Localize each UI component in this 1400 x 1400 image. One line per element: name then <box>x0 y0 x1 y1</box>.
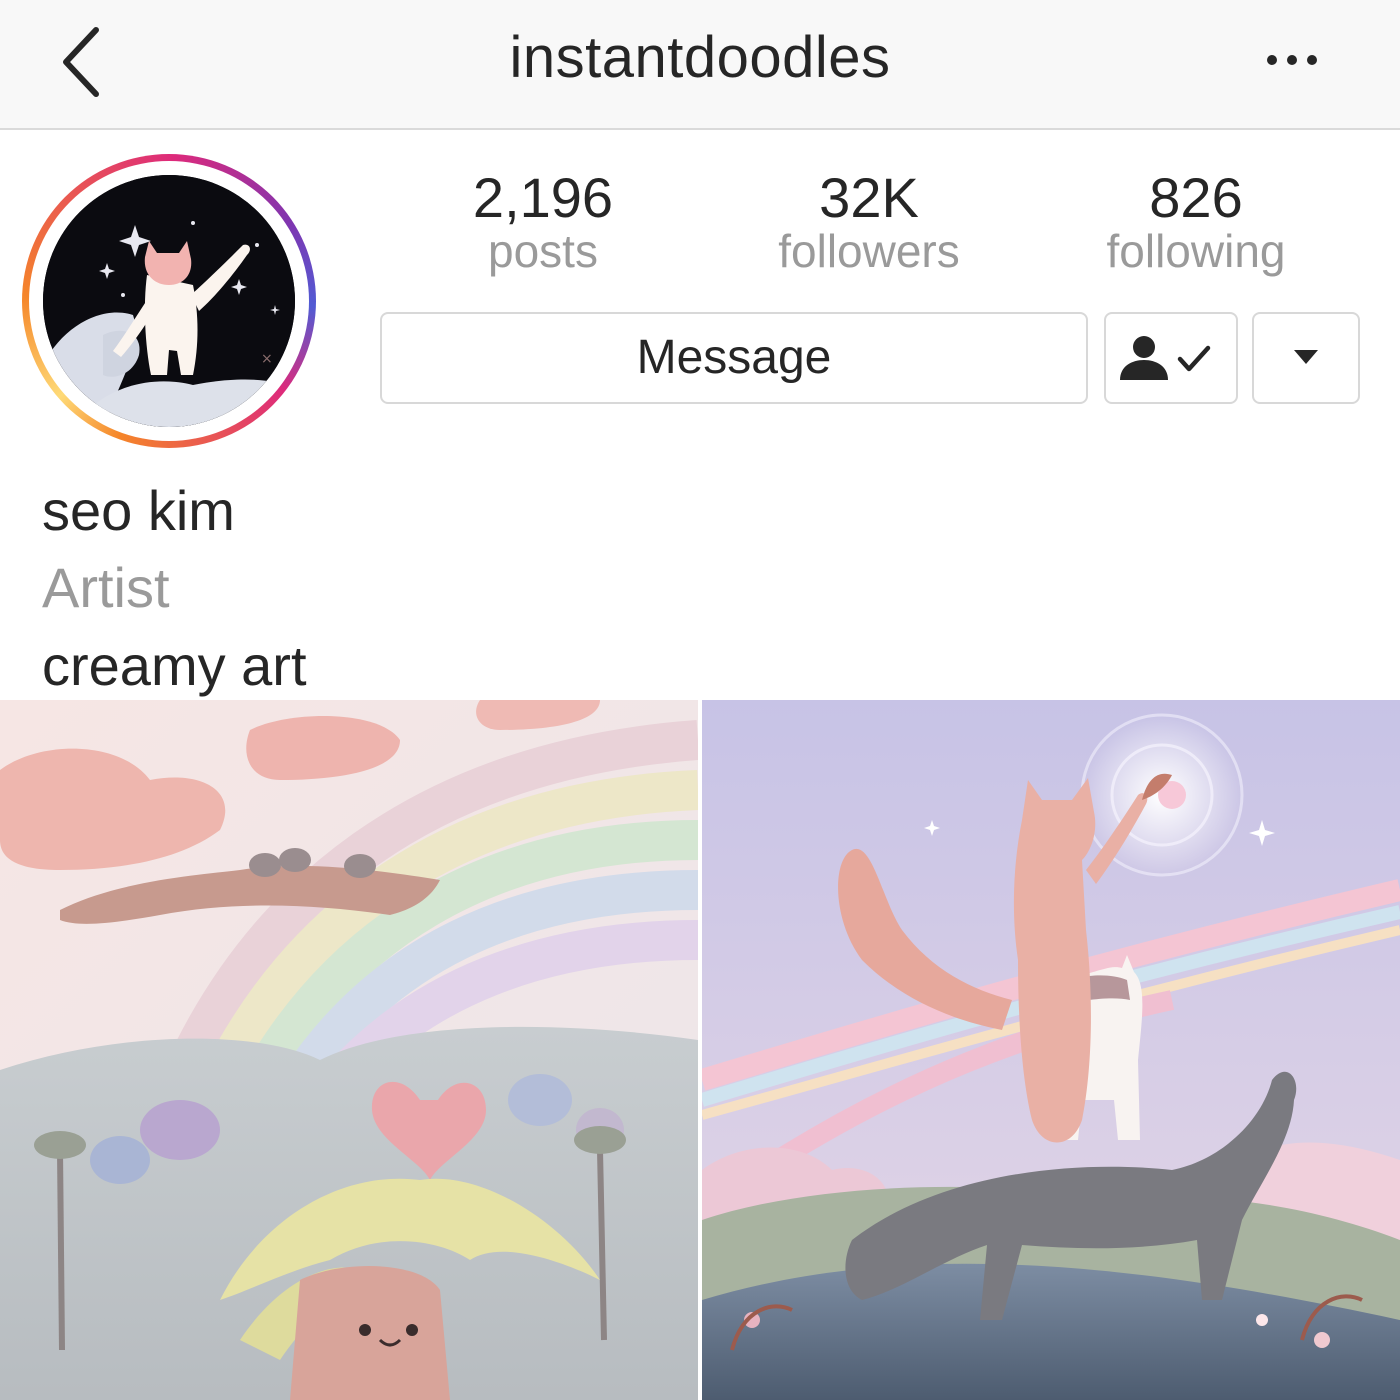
post-image-pastel-rainbow-drawing <box>0 700 698 1400</box>
avatar: × <box>43 175 295 427</box>
followers-count[interactable]: 32K followers <box>739 166 999 277</box>
following-count-value: 826 <box>1149 166 1243 229</box>
top-nav-bar: instantdoodles <box>0 0 1400 130</box>
post-thumbnail[interactable] <box>0 700 698 1400</box>
post-thumbnail[interactable] <box>702 700 1400 1400</box>
profile-bio: creamy art <box>42 634 307 697</box>
svg-text:×: × <box>261 351 273 367</box>
profile-full-name: seo kim <box>42 479 235 542</box>
more-options-button[interactable] <box>1260 40 1330 80</box>
message-button[interactable]: Message <box>380 312 1088 404</box>
following-count[interactable]: 826 following <box>1066 166 1326 277</box>
more-horizontal-icon <box>1267 55 1317 65</box>
followers-count-label: followers <box>778 225 960 277</box>
followers-count-value: 32K <box>819 166 919 229</box>
post-image-stacked-cats-painting <box>702 700 1400 1400</box>
posts-count-value: 2,196 <box>472 166 614 229</box>
posts-count[interactable]: 2,196 posts <box>413 166 673 277</box>
profile-username-title: instantdoodles <box>509 25 891 90</box>
person-check-icon <box>1120 336 1211 380</box>
posts-count-label: posts <box>488 225 598 277</box>
chevron-left-icon <box>63 27 99 97</box>
avatar-ring-gap: × <box>29 161 309 441</box>
suggested-accounts-dropdown[interactable] <box>1252 312 1360 404</box>
following-count-label: following <box>1106 225 1286 277</box>
avatar-image: × <box>43 175 295 427</box>
following-status-button[interactable] <box>1104 312 1238 404</box>
caret-down-icon <box>1294 350 1318 364</box>
back-button[interactable] <box>50 18 130 108</box>
avatar-story-ring[interactable]: × <box>22 154 316 448</box>
profile-category: Artist <box>42 556 170 619</box>
